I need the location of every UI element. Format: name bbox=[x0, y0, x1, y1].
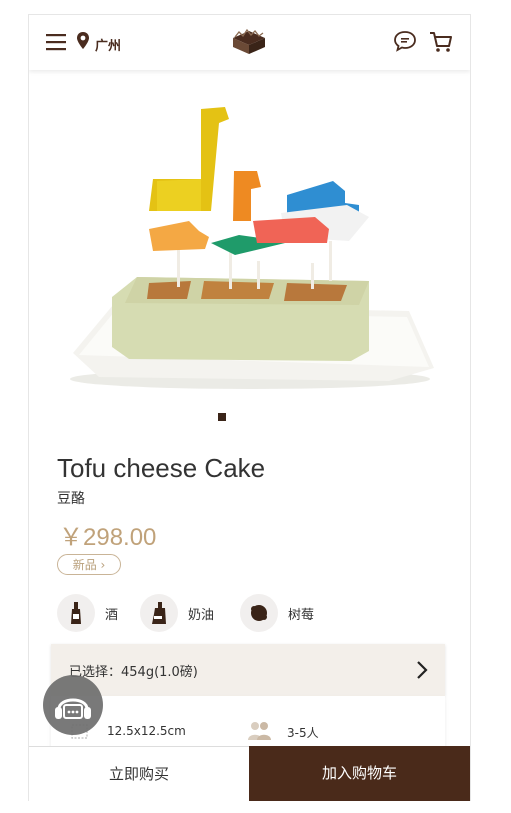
product-name-cn: 豆酪 bbox=[57, 491, 85, 507]
wine-bottle-icon bbox=[57, 594, 95, 632]
map-pin-icon[interactable] bbox=[76, 31, 90, 51]
buy-now-button[interactable]: 立即购买 bbox=[29, 746, 249, 801]
size-text: 12.5x12.5cm bbox=[107, 724, 186, 738]
chat-bubble-icon[interactable] bbox=[393, 30, 417, 52]
shopping-cart-icon[interactable] bbox=[428, 30, 454, 54]
flavor-item: 奶油 bbox=[140, 593, 214, 633]
product-page: 广州 Tofu cheese Cake 豆酪 ￥298.00 新品 › 酒 奶油… bbox=[28, 14, 471, 801]
flavor-label: 奶油 bbox=[188, 607, 215, 623]
product-image[interactable] bbox=[29, 71, 470, 401]
product-name: Tofu cheese Cake bbox=[57, 453, 266, 483]
top-bar: 广州 bbox=[29, 15, 470, 70]
flavor-item: 树莓 bbox=[240, 593, 314, 633]
carousel-indicator[interactable] bbox=[218, 413, 226, 421]
flavor-item: 酒 bbox=[57, 593, 118, 633]
product-price: ￥298.00 bbox=[59, 524, 157, 551]
bottom-action-bar: 立即购买 加入购物车 bbox=[29, 746, 470, 801]
new-badge[interactable]: 新品 › bbox=[57, 554, 121, 575]
city-label[interactable]: 广州 bbox=[95, 35, 121, 54]
cream-icon bbox=[140, 594, 178, 632]
customer-service-button[interactable] bbox=[43, 675, 103, 735]
people-icon bbox=[248, 722, 271, 740]
people-text: 3-5人 bbox=[287, 726, 319, 740]
chevron-right-icon[interactable] bbox=[415, 660, 429, 680]
customer-service-icon bbox=[55, 698, 91, 719]
hamburger-icon[interactable] bbox=[45, 32, 67, 52]
berry-icon bbox=[240, 594, 278, 632]
spec-selector[interactable]: 已选择：454g(1.0磅) bbox=[51, 644, 445, 696]
cake-logo-icon[interactable] bbox=[229, 26, 269, 58]
flavor-label: 树莓 bbox=[288, 607, 315, 623]
add-to-cart-button[interactable]: 加入购物车 bbox=[249, 746, 470, 801]
flavor-label: 酒 bbox=[105, 607, 119, 623]
